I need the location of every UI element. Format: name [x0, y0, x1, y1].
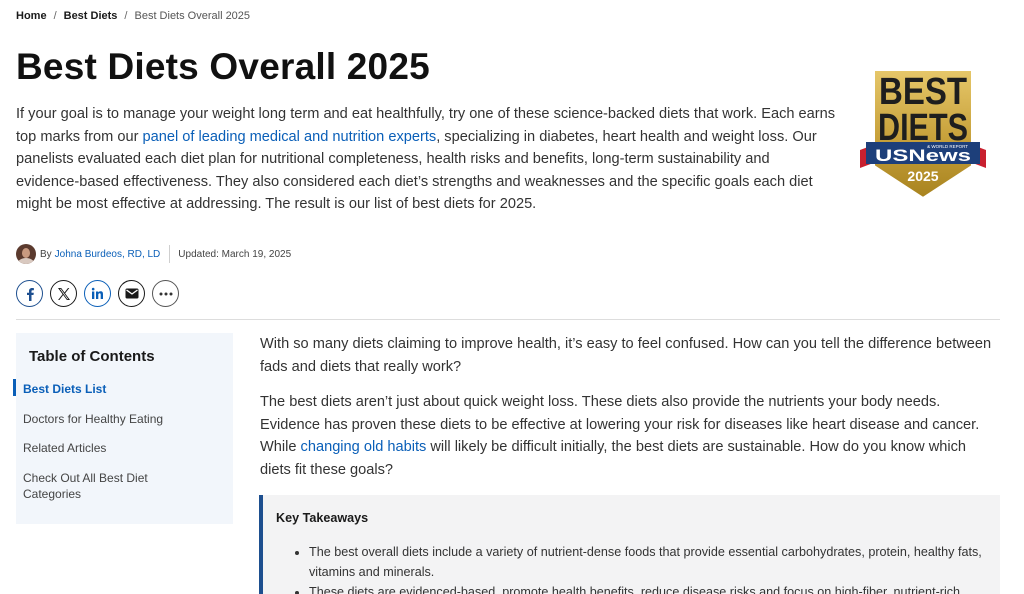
author-link[interactable]: Johna Burdeos, RD, LD: [55, 249, 161, 260]
share-linkedin-button[interactable]: [84, 280, 111, 307]
section-divider: [16, 319, 1000, 320]
badge-usnews-text: USNews: [875, 146, 971, 165]
share-email-button[interactable]: [118, 280, 145, 307]
body-paragraph: With so many diets claiming to improve h…: [260, 336, 992, 375]
share-facebook-button[interactable]: [16, 280, 43, 307]
body-paragraph: The best diets aren’t just about quick w…: [260, 391, 1000, 481]
author-avatar: [16, 244, 36, 264]
facebook-icon: [26, 287, 34, 301]
intro-paragraph: If your goal is to manage your weight lo…: [16, 103, 836, 216]
changing-old-habits-link[interactable]: changing old habits: [301, 439, 427, 455]
key-takeaways-list: The best overall diets include a variety…: [309, 542, 989, 594]
breadcrumb-separator: /: [53, 10, 57, 22]
email-icon: [125, 288, 138, 299]
x-icon: [57, 287, 70, 300]
page-title: Best Diets Overall 2025: [16, 46, 430, 87]
best-diets-badge: BEST DIETS & WORLD REPORT USNews 2025: [856, 66, 990, 202]
toc-item-doctors-for-healthy-eating[interactable]: Doctors for Healthy Eating: [23, 411, 173, 427]
breadcrumb-home-link[interactable]: Home: [16, 10, 47, 22]
breadcrumb-separator: /: [124, 10, 128, 22]
toc-active-marker: [13, 379, 16, 396]
share-bar: [16, 280, 179, 307]
updated-date: Updated: March 19, 2025: [178, 248, 292, 260]
breadcrumb: Home / Best Diets / Best Diets Overall 2…: [16, 10, 250, 22]
share-more-button[interactable]: [152, 280, 179, 307]
share-x-button[interactable]: [50, 280, 77, 307]
byline-divider: [169, 245, 171, 263]
breadcrumb-current: Best Diets Overall 2025: [134, 10, 251, 22]
list-item: These diets are evidenced-based, promote…: [309, 582, 989, 594]
breadcrumb-best-diets-link[interactable]: Best Diets: [64, 10, 118, 22]
byline-by: By: [40, 248, 52, 260]
badge-year-text: 2025: [907, 168, 938, 184]
byline: By Johna Burdeos, RD, LD Updated: March …: [16, 243, 291, 265]
toc-item-best-diets-list[interactable]: Best Diets List: [23, 381, 173, 397]
toc-item-related-articles[interactable]: Related Articles: [23, 440, 173, 456]
expert-panel-link[interactable]: panel of leading medical and nutrition e…: [143, 129, 437, 145]
key-takeaways-box: Key Takeaways The best overall diets inc…: [259, 495, 1000, 594]
list-item: The best overall diets include a variety…: [309, 542, 989, 582]
toc-item-best-diet-categories[interactable]: Check Out All Best Diet Categories: [23, 470, 173, 502]
linkedin-icon: [91, 287, 103, 299]
key-takeaways-title: Key Takeaways: [276, 511, 369, 525]
toc-title: Table of Contents: [29, 348, 155, 365]
more-icon: [159, 292, 172, 295]
